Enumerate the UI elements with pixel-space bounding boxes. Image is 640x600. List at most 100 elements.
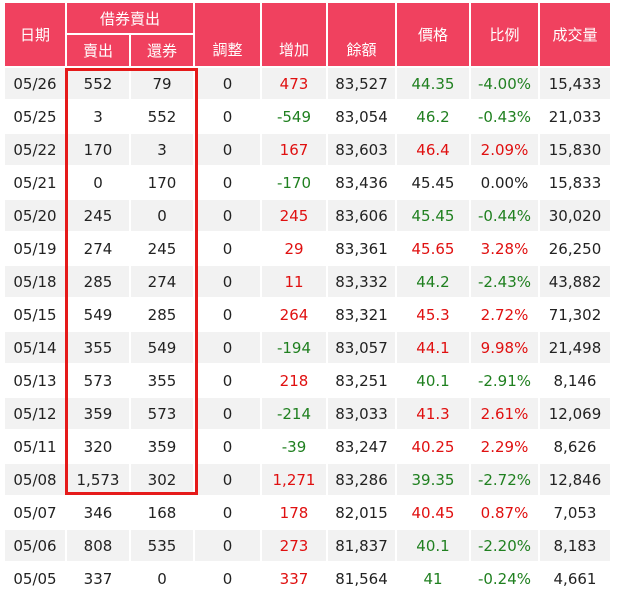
increase-cell: 29 (262, 231, 326, 264)
return-cell: 549 (131, 330, 193, 363)
header-adjust: 調整 (195, 3, 260, 66)
ratio-cell: 2.61% (471, 396, 538, 429)
price-cell: 45.45 (397, 198, 469, 231)
ratio-cell: -0.43% (471, 99, 538, 132)
sell-cell: 355 (67, 330, 129, 363)
return-cell: 274 (131, 264, 193, 297)
short-selling-table-container: 日期 借券賣出 調整 增加 餘額 價格 比例 成交量 賣出 還券 05/26 55… (0, 0, 640, 600)
table-row: 05/18 285 274 0 11 83,332 44.2 -2.43% 43,882 (5, 264, 610, 297)
volume-cell: 15,830 (540, 132, 610, 165)
header-date: 日期 (5, 3, 65, 66)
volume-cell: 15,433 (540, 66, 610, 99)
balance-cell: 83,286 (328, 462, 395, 495)
adjust-cell: 0 (195, 264, 260, 297)
table-row: 05/26 552 79 0 473 83,527 44.35 -4.00% 15,433 (5, 66, 610, 99)
return-cell: 0 (131, 198, 193, 231)
date-cell: 05/15 (5, 297, 65, 330)
volume-cell: 12,846 (540, 462, 610, 495)
date-cell: 05/13 (5, 363, 65, 396)
ratio-cell: 9.98% (471, 330, 538, 363)
volume-cell: 7,053 (540, 495, 610, 528)
price-cell: 41.3 (397, 396, 469, 429)
table-row: 05/22 170 3 0 167 83,603 46.4 2.09% 15,830 (5, 132, 610, 165)
date-cell: 05/25 (5, 99, 65, 132)
date-cell: 05/11 (5, 429, 65, 462)
balance-cell: 81,564 (328, 561, 395, 594)
balance-cell: 83,606 (328, 198, 395, 231)
increase-cell: 11 (262, 264, 326, 297)
increase-cell: 273 (262, 528, 326, 561)
sell-cell: 552 (67, 66, 129, 99)
adjust-cell: 0 (195, 330, 260, 363)
table-body: 05/26 552 79 0 473 83,527 44.35 -4.00% 15,433 05/… (5, 66, 610, 594)
volume-cell: 15,833 (540, 165, 610, 198)
adjust-cell: 0 (195, 66, 260, 99)
price-cell: 46.4 (397, 132, 469, 165)
volume-cell: 26,250 (540, 231, 610, 264)
ratio-cell: -2.20% (471, 528, 538, 561)
sell-cell: 3 (67, 99, 129, 132)
return-cell: 168 (131, 495, 193, 528)
sell-cell: 320 (67, 429, 129, 462)
increase-cell: 245 (262, 198, 326, 231)
increase-cell: 178 (262, 495, 326, 528)
ratio-cell: 0.00% (471, 165, 538, 198)
date-cell: 05/12 (5, 396, 65, 429)
ratio-cell: 2.09% (471, 132, 538, 165)
return-cell: 170 (131, 165, 193, 198)
adjust-cell: 0 (195, 495, 260, 528)
price-cell: 45.65 (397, 231, 469, 264)
date-cell: 05/22 (5, 132, 65, 165)
table-row: 05/20 245 0 0 245 83,606 45.45 -0.44% 30,020 (5, 198, 610, 231)
balance-cell: 83,033 (328, 396, 395, 429)
return-cell: 302 (131, 462, 193, 495)
return-cell: 245 (131, 231, 193, 264)
adjust-cell: 0 (195, 165, 260, 198)
price-cell: 44.1 (397, 330, 469, 363)
adjust-cell: 0 (195, 198, 260, 231)
date-cell: 05/18 (5, 264, 65, 297)
return-cell: 552 (131, 99, 193, 132)
table-row: 05/15 549 285 0 264 83,321 45.3 2.72% 71,302 (5, 297, 610, 330)
return-cell: 535 (131, 528, 193, 561)
ratio-cell: -0.24% (471, 561, 538, 594)
adjust-cell: 0 (195, 132, 260, 165)
ratio-cell: 0.87% (471, 495, 538, 528)
price-cell: 46.2 (397, 99, 469, 132)
sell-cell: 337 (67, 561, 129, 594)
return-cell: 3 (131, 132, 193, 165)
return-cell: 285 (131, 297, 193, 330)
ratio-cell: -2.72% (471, 462, 538, 495)
sell-cell: 573 (67, 363, 129, 396)
header-short-group: 借券賣出 (67, 3, 193, 33)
return-cell: 0 (131, 561, 193, 594)
volume-cell: 4,661 (540, 561, 610, 594)
increase-cell: 167 (262, 132, 326, 165)
adjust-cell: 0 (195, 429, 260, 462)
increase-cell: -39 (262, 429, 326, 462)
date-cell: 05/21 (5, 165, 65, 198)
table-row: 05/14 355 549 0 -194 83,057 44.1 9.98% 21,498 (5, 330, 610, 363)
ratio-cell: -0.44% (471, 198, 538, 231)
table-row: 05/25 3 552 0 -549 83,054 46.2 -0.43% 21,033 (5, 99, 610, 132)
table-row: 05/07 346 168 0 178 82,015 40.45 0.87% 7,053 (5, 495, 610, 528)
price-cell: 40.1 (397, 528, 469, 561)
increase-cell: -194 (262, 330, 326, 363)
volume-cell: 30,020 (540, 198, 610, 231)
table-row: 05/12 359 573 0 -214 83,033 41.3 2.61% 12,069 (5, 396, 610, 429)
balance-cell: 82,015 (328, 495, 395, 528)
sell-cell: 274 (67, 231, 129, 264)
header-sell: 賣出 (67, 33, 129, 66)
adjust-cell: 0 (195, 231, 260, 264)
volume-cell: 21,498 (540, 330, 610, 363)
sell-cell: 285 (67, 264, 129, 297)
price-cell: 45.45 (397, 165, 469, 198)
date-cell: 05/07 (5, 495, 65, 528)
sell-cell: 170 (67, 132, 129, 165)
header-return: 還券 (131, 33, 193, 66)
ratio-cell: -2.43% (471, 264, 538, 297)
balance-cell: 83,436 (328, 165, 395, 198)
table-row: 05/06 808 535 0 273 81,837 40.1 -2.20% 8,183 (5, 528, 610, 561)
header-volume: 成交量 (540, 3, 610, 66)
adjust-cell: 0 (195, 99, 260, 132)
